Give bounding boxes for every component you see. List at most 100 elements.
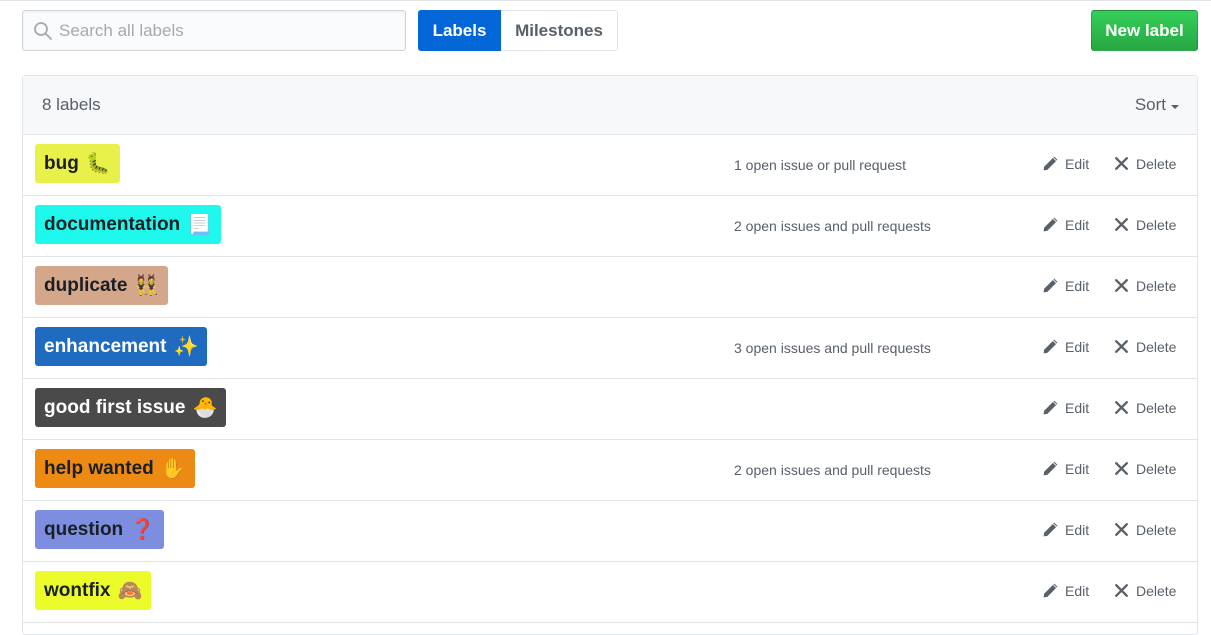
close-icon: [1113, 216, 1130, 233]
edit-label-button[interactable]: Edit: [1042, 521, 1089, 538]
label-open-issues-link[interactable]: 2 open issues and pull requests: [734, 462, 931, 478]
edit-label-button[interactable]: Edit: [1042, 460, 1089, 477]
delete-label-text: Delete: [1136, 460, 1177, 477]
close-icon: [1113, 521, 1130, 538]
delete-label-button[interactable]: Delete: [1113, 521, 1176, 538]
label-emoji-icon: 🙈: [117, 580, 143, 602]
label-1-pill[interactable]: documentation 📃: [35, 205, 222, 244]
label-5-pill[interactable]: help wanted ✋: [35, 449, 195, 488]
delete-label-text: Delete: [1136, 521, 1177, 538]
label-row: enhancement ✨ 3 open issues and pull reque…: [23, 318, 1197, 379]
label-rows: bug 🐛 1 open issue or pull request Edit Dele…: [23, 135, 1197, 623]
delete-label-text: Delete: [1136, 155, 1177, 172]
edit-label-text: Edit: [1065, 277, 1090, 294]
edit-label-button[interactable]: Edit: [1042, 582, 1089, 599]
label-2-pill[interactable]: duplicate 👯: [35, 266, 169, 305]
label-open-issues-link[interactable]: 2 open issues and pull requests: [734, 218, 931, 234]
sort-label: Sort: [1134, 95, 1166, 114]
label-row: help wanted ✋ 2 open issues and pull reque…: [23, 440, 1197, 501]
delete-label-button[interactable]: Delete: [1113, 216, 1176, 233]
label-emoji-icon: ✨: [173, 336, 199, 358]
close-icon: [1113, 338, 1130, 355]
label-row: duplicate 👯 Edit Delete: [23, 257, 1197, 318]
delete-label-button[interactable]: Delete: [1113, 582, 1176, 599]
label-row: question ❓ Edit Delete: [23, 501, 1197, 562]
caret-down-icon: [1171, 104, 1179, 109]
search-box[interactable]: [22, 10, 406, 51]
delete-label-text: Delete: [1136, 338, 1177, 355]
new-label-button[interactable]: New label: [1091, 10, 1198, 51]
label-name: good first issue: [44, 396, 186, 418]
close-icon: [1113, 460, 1130, 477]
delete-label-text: Delete: [1136, 399, 1177, 416]
delete-label-button[interactable]: Delete: [1113, 460, 1176, 477]
edit-label-button[interactable]: Edit: [1042, 216, 1089, 233]
label-row: documentation 📃 2 open issues and pull req…: [23, 196, 1197, 257]
close-icon: [1113, 277, 1130, 294]
delete-label-button[interactable]: Delete: [1113, 155, 1176, 172]
pencil-icon: [1042, 521, 1059, 538]
labels-toolbar: Labels Milestones New label: [22, 10, 1198, 51]
delete-label-text: Delete: [1136, 582, 1177, 599]
label-3-pill[interactable]: enhancement ✨: [35, 327, 208, 366]
label-6-pill[interactable]: question ❓: [35, 510, 165, 549]
label-emoji-icon: ❓: [130, 519, 156, 541]
top-divider: [0, 0, 1211, 1]
pencil-icon: [1042, 460, 1059, 477]
labels-milestones-tabs: Labels Milestones: [418, 10, 618, 51]
tab-milestones[interactable]: Milestones: [501, 10, 618, 51]
close-icon: [1113, 155, 1130, 172]
label-emoji-icon: ✋: [160, 458, 186, 480]
label-name: duplicate: [44, 274, 128, 296]
sort-dropdown[interactable]: Sort: [1135, 95, 1179, 115]
label-4-pill[interactable]: good first issue 🐣: [35, 388, 227, 427]
label-name: wontfix: [44, 579, 111, 601]
label-row: bug 🐛 1 open issue or pull request Edit Dele…: [23, 135, 1197, 196]
label-row: good first issue 🐣 Edit Delete: [23, 379, 1197, 440]
edit-label-button[interactable]: Edit: [1042, 399, 1089, 416]
label-row: wontfix 🙈 Edit Delete: [23, 562, 1197, 623]
edit-label-text: Edit: [1065, 155, 1090, 172]
label-open-issues-link[interactable]: 1 open issue or pull request: [734, 157, 906, 173]
edit-label-text: Edit: [1065, 399, 1090, 416]
labels-list: 8 labels Sort bug 🐛 1 open issue or pull r…: [22, 75, 1198, 635]
label-7-pill[interactable]: wontfix 🙈: [35, 571, 152, 610]
label-emoji-icon: 👯: [134, 275, 160, 297]
label-0-pill[interactable]: bug 🐛: [35, 144, 120, 183]
tab-labels[interactable]: Labels: [418, 10, 501, 51]
search-icon: [34, 22, 52, 40]
delete-label-button[interactable]: Delete: [1113, 338, 1176, 355]
label-emoji-icon: 📃: [187, 214, 213, 236]
edit-label-text: Edit: [1065, 216, 1090, 233]
label-emoji-icon: 🐛: [85, 153, 111, 175]
label-open-issues-link[interactable]: 3 open issues and pull requests: [734, 340, 931, 356]
label-name: question: [44, 518, 124, 540]
edit-label-button[interactable]: Edit: [1042, 277, 1089, 294]
close-icon: [1113, 582, 1130, 599]
pencil-icon: [1042, 338, 1059, 355]
delete-label-text: Delete: [1136, 277, 1177, 294]
pencil-icon: [1042, 155, 1059, 172]
delete-label-text: Delete: [1136, 216, 1177, 233]
edit-label-text: Edit: [1065, 521, 1090, 538]
edit-label-text: Edit: [1065, 460, 1090, 477]
delete-label-button[interactable]: Delete: [1113, 399, 1176, 416]
label-name: documentation: [44, 213, 181, 235]
edit-label-button[interactable]: Edit: [1042, 338, 1089, 355]
pencil-icon: [1042, 277, 1059, 294]
edit-label-text: Edit: [1065, 582, 1090, 599]
edit-label-button[interactable]: Edit: [1042, 155, 1089, 172]
pencil-icon: [1042, 216, 1059, 233]
pencil-icon: [1042, 582, 1059, 599]
close-icon: [1113, 399, 1130, 416]
delete-label-button[interactable]: Delete: [1113, 277, 1176, 294]
label-name: bug: [44, 152, 79, 174]
label-emoji-icon: 🐣: [192, 397, 218, 419]
pencil-icon: [1042, 399, 1059, 416]
label-count: 8 labels: [42, 95, 101, 114]
search-input[interactable]: [59, 11, 399, 50]
label-name: enhancement: [44, 335, 167, 357]
edit-label-text: Edit: [1065, 338, 1090, 355]
label-name: help wanted: [44, 457, 154, 479]
labels-list-header: 8 labels Sort: [23, 76, 1197, 135]
